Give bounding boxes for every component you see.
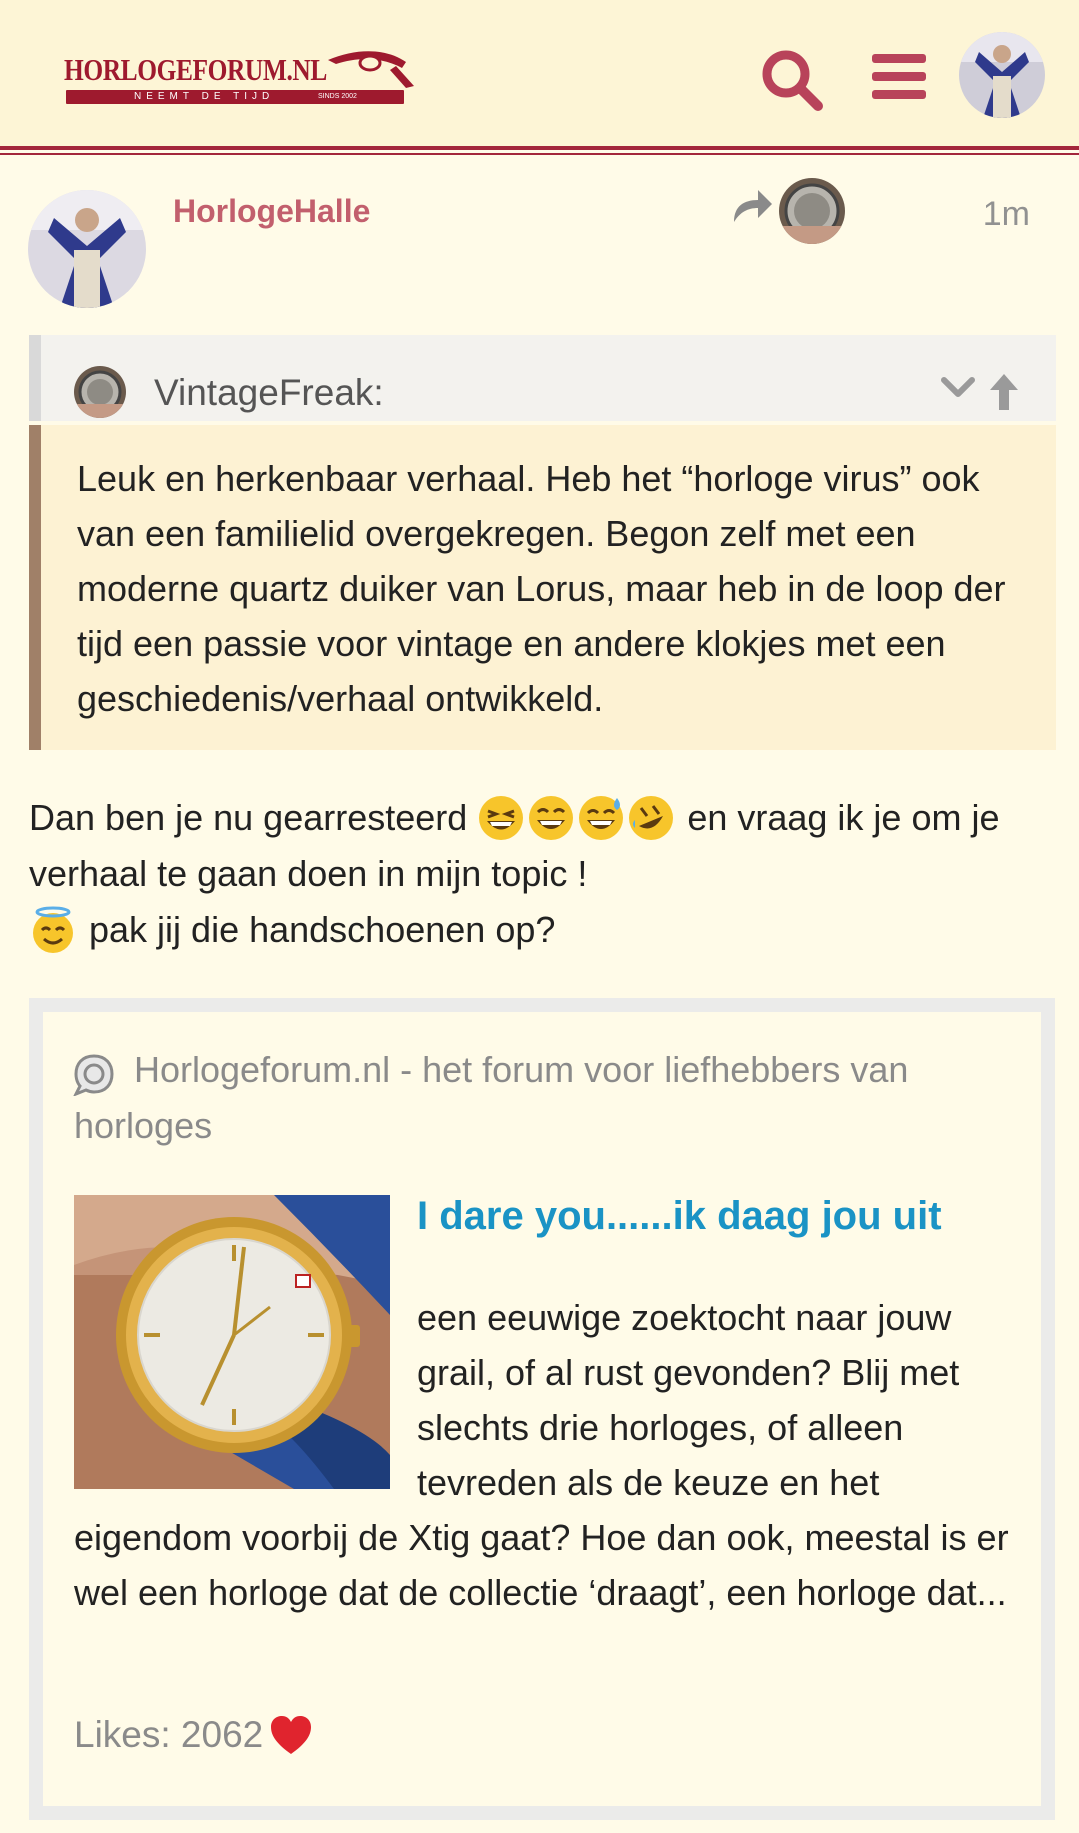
post-username[interactable]: HorlogeHalle (173, 193, 370, 230)
quote-body-bar (29, 425, 41, 750)
quote-text: Leuk en herkenbaar verhaal. Heb het “hor… (77, 458, 1006, 719)
excerpt-float-spacer (74, 1290, 417, 1510)
user-avatar[interactable] (959, 32, 1045, 118)
smiling-face-with-halo-emoji (33, 906, 73, 953)
post-body-line2: pak jij die handschoenen op? (89, 909, 556, 950)
post-body-line1: Dan ben je nu gearresteerd (29, 797, 468, 838)
onebox-likes: Likes: 2062 (74, 1714, 313, 1756)
onebox-excerpt: een eeuwige zoektocht naar jouw grail, o… (74, 1290, 1024, 1620)
quote-header-bar (29, 335, 41, 421)
laughing-face-emoji (529, 796, 574, 840)
chevron-down-icon[interactable] (940, 374, 976, 404)
reply-to-avatar[interactable] (779, 178, 845, 244)
header-divider-thin (0, 153, 1079, 155)
onebox-site-name[interactable]: Horlogeforum.nl - het forum voor liefheb… (74, 1042, 1024, 1154)
header-divider (0, 146, 1079, 150)
grinning-squinting-face-emoji (479, 796, 524, 840)
post-timestamp[interactable]: 1m (960, 195, 1030, 234)
grinning-face-with-sweat-emoji (579, 796, 624, 840)
logo-since: SINDS 2002 (318, 93, 357, 100)
post-body: Dan ben je nu gearresteerd en vraag ik j… (29, 790, 1059, 958)
heart-icon (271, 1716, 312, 1754)
site-header: HORLOGEFORUM.NL NEEMT DE TIJD SINDS 2002 (0, 0, 1079, 146)
search-icon[interactable] (760, 48, 824, 112)
rolling-on-floor-laughing-emoji (629, 796, 674, 840)
logo-tagline: NEEMT DE TIJD (134, 91, 275, 102)
onebox-title-link[interactable]: I dare you......ik daag jou uit (417, 1194, 942, 1239)
likes-count: Likes: 2062 (74, 1714, 264, 1755)
logo-swoosh-icon (328, 51, 414, 88)
hamburger-menu-icon[interactable] (870, 52, 928, 102)
post-author-avatar[interactable] (28, 190, 146, 308)
arrow-up-icon[interactable] (986, 370, 1022, 412)
reply-arrow-icon[interactable] (730, 188, 774, 224)
quote-author-avatar (74, 366, 126, 418)
logo-text: HORLOGEFORUM.NL (64, 52, 327, 87)
quote-username: VintageFreak: (154, 372, 384, 413)
site-logo[interactable]: HORLOGEFORUM.NL NEEMT DE TIJD SINDS 2002 (64, 46, 414, 108)
